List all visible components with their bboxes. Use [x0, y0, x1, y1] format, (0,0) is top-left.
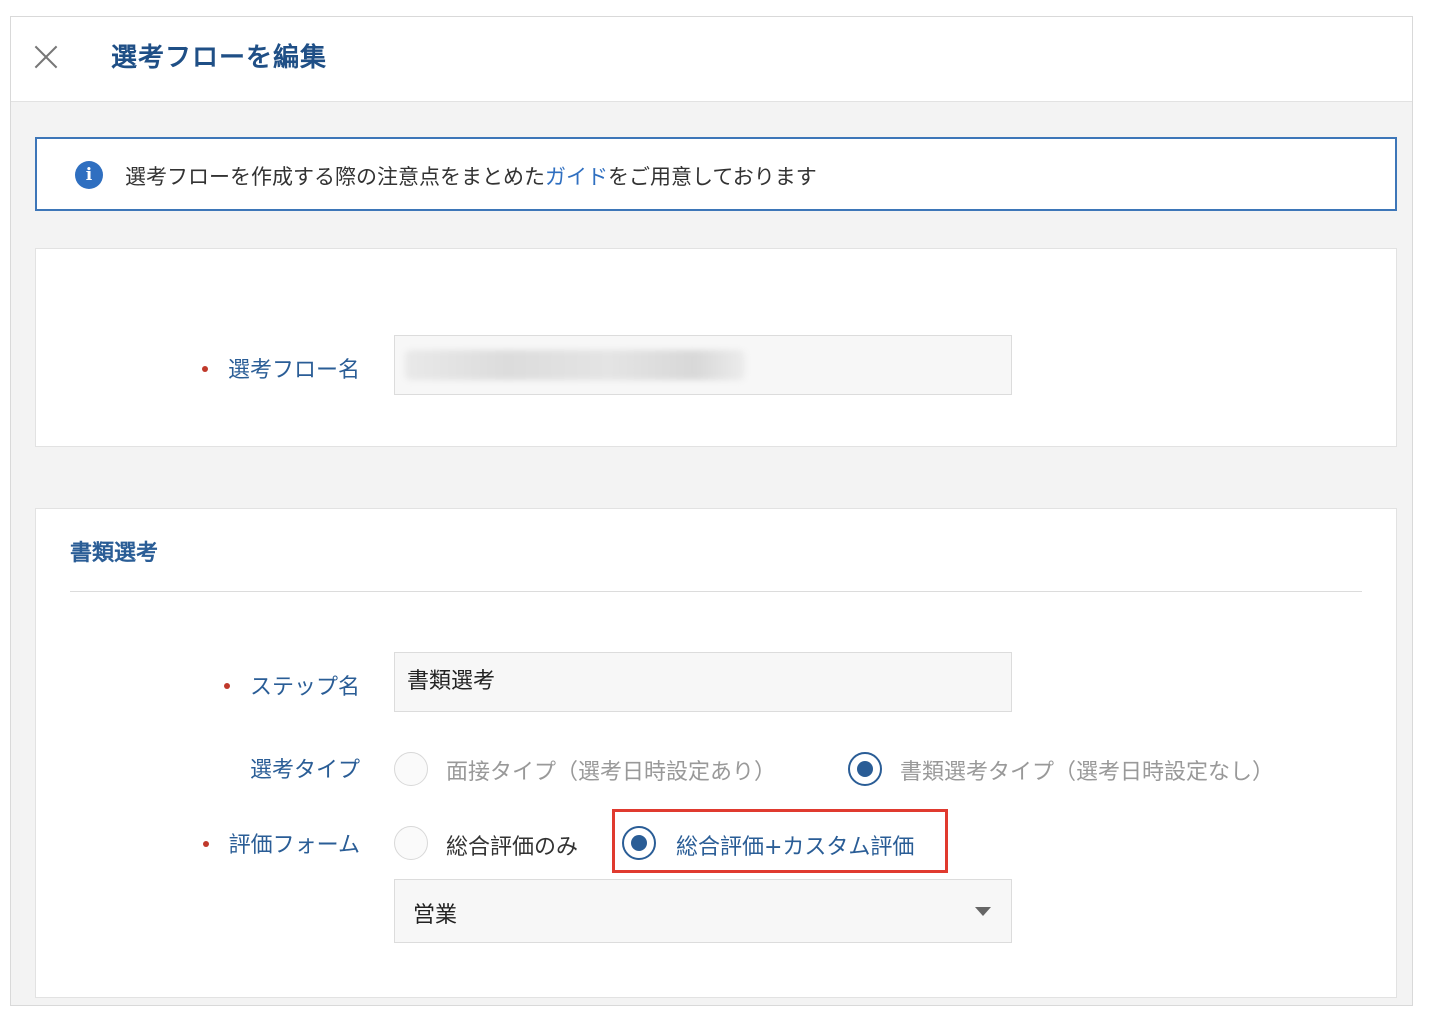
- flow-name-label: 選考フロー名: [201, 352, 360, 384]
- eval-form-label-text: 評価フォーム: [228, 833, 360, 858]
- required-dot: [223, 683, 230, 689]
- blurred-value: [405, 350, 745, 380]
- notice-text-before: 選考フローを作成する際の注意点をまとめた: [125, 165, 545, 189]
- radio-document-type-label: 書類選考タイプ（選考日時設定なし）: [900, 760, 1275, 785]
- required-dot: [201, 366, 208, 372]
- select-value: 営業: [413, 903, 458, 928]
- radio-document-type[interactable]: [848, 752, 882, 786]
- radio-overall-custom-label: 総合評価+カスタム評価: [676, 835, 915, 860]
- chevron-down-icon: [975, 907, 991, 916]
- radio-interview-type-label: 面接タイプ（選考日時設定あり）: [446, 760, 777, 785]
- info-icon: i: [75, 161, 103, 189]
- flow-name-input[interactable]: [394, 335, 1012, 395]
- close-icon[interactable]: [31, 41, 61, 71]
- radio-overall-only-label: 総合評価のみ: [446, 835, 579, 860]
- step-name-label-text: ステップ名: [249, 675, 360, 700]
- edit-flow-modal: 選考フローを編集 i 選考フローを作成する際の注意点をまとめたガイドをご用意して…: [10, 16, 1413, 1006]
- modal-header: 選考フローを編集: [11, 17, 1412, 102]
- page-title: 選考フローを編集: [111, 43, 328, 73]
- section-title: 書類選考: [70, 541, 159, 566]
- step-card: 書類選考 ステップ名 書類選考 選考タイプ 面接タイプ（選考日時設定あり） 書類…: [35, 508, 1397, 998]
- eval-form-label: 評価フォーム: [202, 827, 360, 859]
- divider: [70, 591, 1362, 592]
- flow-name-label-text: 選考フロー名: [227, 358, 360, 383]
- notice-text-after: をご用意しております: [608, 165, 817, 189]
- selection-type-label: 選考タイプ: [249, 758, 360, 783]
- notice-text: 選考フローを作成する際の注意点をまとめたガイドをご用意しております: [125, 161, 817, 191]
- guide-notice: i 選考フローを作成する際の注意点をまとめたガイドをご用意しております: [35, 137, 1397, 211]
- radio-interview-type[interactable]: [394, 752, 428, 786]
- eval-template-select[interactable]: 営業: [394, 879, 1012, 943]
- required-dot: [202, 841, 209, 847]
- radio-overall-only[interactable]: [394, 826, 428, 860]
- radio-overall-custom[interactable]: [622, 826, 656, 860]
- step-name-input[interactable]: 書類選考: [394, 652, 1012, 712]
- guide-link[interactable]: ガイド: [545, 165, 608, 189]
- flow-name-card: 選考フロー名: [35, 248, 1397, 447]
- step-name-label: ステップ名: [223, 669, 360, 701]
